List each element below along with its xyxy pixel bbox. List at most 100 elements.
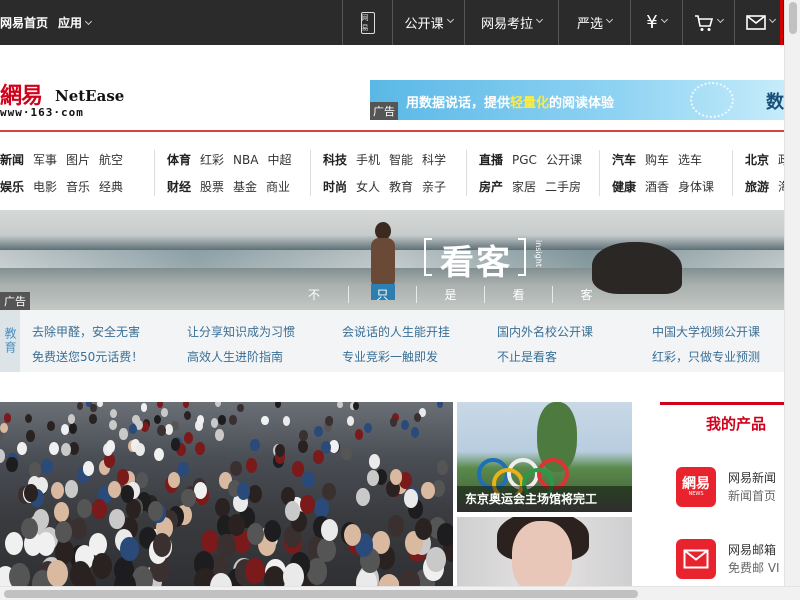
edu-link[interactable]: 去除甲醛，安全无害: [32, 320, 143, 345]
news-photo-olympics[interactable]: 东京奥运会主场馆将完工: [457, 402, 632, 512]
crowd-figure: [436, 460, 449, 476]
horizontal-scrollbar[interactable]: [0, 586, 800, 600]
nav-channel-head[interactable]: 科技: [323, 151, 347, 168]
nav-channel-link[interactable]: 航空: [99, 151, 123, 168]
hero-ad-banner[interactable]: 看客 insight 不 只 是 看 客 广告: [0, 210, 784, 310]
vertical-scrollbar[interactable]: [784, 0, 800, 586]
nav-channel-link[interactable]: 经典: [99, 178, 123, 195]
crowd-figure: [321, 518, 339, 541]
crowd-figure: [352, 402, 359, 410]
edu-link[interactable]: 免费送您50元话费！: [32, 345, 143, 370]
mail-menu[interactable]: [734, 0, 786, 45]
nav-channel-link[interactable]: 家居: [512, 178, 536, 195]
cart-menu[interactable]: [682, 0, 734, 45]
crowd-figure: [25, 430, 35, 442]
nav-channel-head[interactable]: 旅游: [745, 178, 769, 195]
nav-channel-head[interactable]: 新闻: [0, 151, 24, 168]
nav-channel-link[interactable]: 酒香: [645, 178, 669, 195]
nav-separator: [310, 150, 311, 196]
crowd-figure: [229, 414, 237, 425]
crowd-figure: [90, 403, 97, 412]
nav-group: 体育 红彩 NBA 中超财经 股票 基金 商业: [167, 146, 291, 200]
nav-channel-head[interactable]: 汽车: [612, 151, 636, 168]
nav-channel-head[interactable]: 健康: [612, 178, 636, 195]
edu-link[interactable]: 不止是看客: [497, 345, 593, 370]
nav-channel-link[interactable]: 股票: [200, 178, 224, 195]
main-news-photo[interactable]: [0, 402, 453, 586]
nav-channel-head[interactable]: 时尚: [323, 178, 347, 195]
apps-menu[interactable]: 应用: [58, 14, 93, 31]
crowd-figure: [140, 403, 147, 412]
nav-channel-link[interactable]: 教育: [389, 178, 413, 195]
nav-channel-link[interactable]: 公开课: [546, 151, 582, 168]
mobile-app-button[interactable]: 网易: [342, 0, 392, 45]
nav-channel-head[interactable]: 财经: [167, 178, 191, 195]
edu-link[interactable]: 中国大学视频公开课: [652, 320, 760, 345]
edu-link[interactable]: 会说话的人生能开挂: [342, 320, 450, 345]
edu-link[interactable]: 专业竞彩一触即发: [342, 345, 450, 370]
crowd-figure: [346, 416, 355, 427]
phone-icon-text: 网易: [361, 13, 369, 32]
crowd-figure: [24, 483, 38, 502]
news-photo-portrait[interactable]: [457, 517, 632, 586]
crowd-figure: [70, 518, 88, 540]
nav-channel-head[interactable]: 北京: [745, 151, 769, 168]
kaola-menu[interactable]: 网易考拉: [464, 0, 558, 45]
nav-channel-head[interactable]: 体育: [167, 151, 191, 168]
home-link[interactable]: 网易首页: [0, 14, 48, 31]
horizontal-scrollbar-thumb[interactable]: [4, 590, 638, 598]
nav-channel-head[interactable]: 房产: [479, 178, 503, 195]
nav-channel-head[interactable]: 娱乐: [0, 178, 24, 195]
edu-link[interactable]: 高效人生进阶指南: [187, 345, 295, 370]
nav-channel-link[interactable]: 手机: [356, 151, 380, 168]
payment-menu[interactable]: ¥: [630, 0, 682, 45]
crowd-figure: [325, 416, 333, 427]
nav-channel-link[interactable]: 军事: [33, 151, 57, 168]
nav-channel-link[interactable]: 购车: [645, 151, 669, 168]
nav-group: 直播 PGC 公开课房产 家居 二手房: [479, 146, 582, 200]
nav-channel-link[interactable]: 女人: [356, 178, 380, 195]
nav-group: 科技 手机 智能 科学时尚 女人 教育 亲子: [323, 146, 446, 200]
crowd-figure: [105, 440, 116, 453]
nav-channel-link[interactable]: 亲子: [422, 178, 446, 195]
netease-logo[interactable]: 網易 NetEase www·163·com: [0, 78, 125, 122]
ad-banner[interactable]: 用数据说话，提供轻量化的阅读体验 数 广告: [370, 80, 784, 120]
nav-channel-link[interactable]: NBA: [233, 153, 258, 167]
nav-channel-link[interactable]: 智能: [389, 151, 413, 168]
hero-brand-small: insight: [534, 240, 543, 267]
nav-row: 健康 酒香 身体课: [612, 173, 714, 200]
product-netease-mail[interactable]: 网易邮箱 免费邮 VI: [676, 539, 800, 579]
crowd-figure: [437, 402, 444, 408]
edu-link[interactable]: 红彩，只做专业预测: [652, 345, 760, 370]
nav-channel-link[interactable]: 商业: [266, 178, 290, 195]
crowd-figure: [161, 408, 168, 417]
crowd-figure: [91, 499, 107, 519]
nav-channel-link[interactable]: 二手房: [545, 178, 581, 195]
nav-channel-link[interactable]: 电影: [33, 178, 57, 195]
nav-channel-link[interactable]: 基金: [233, 178, 257, 195]
product-netease-news[interactable]: 網易 NEWS 网易新闻 新闻首页: [676, 467, 800, 507]
crowd-figure: [313, 450, 324, 465]
edu-link[interactable]: 让分享知识成为习惯: [187, 320, 295, 345]
nav-channel-link[interactable]: 音乐: [66, 178, 90, 195]
crowd-figure: [5, 531, 24, 556]
open-course-menu[interactable]: 公开课: [392, 0, 464, 45]
nav-channel-link[interactable]: 红彩: [200, 151, 224, 168]
nav-channel-head[interactable]: 直播: [479, 151, 503, 168]
chevron-down-icon: [660, 15, 668, 24]
crowd-figure: [228, 514, 245, 536]
nav-channel-link[interactable]: 图片: [66, 151, 90, 168]
nav-channel-link[interactable]: PGC: [512, 153, 537, 167]
crowd-figure: [274, 444, 285, 458]
nav-channel-link[interactable]: 身体课: [678, 178, 714, 195]
vertical-scrollbar-thumb[interactable]: [789, 2, 797, 34]
nav-channel-link[interactable]: 科学: [422, 151, 446, 168]
edu-link[interactable]: 国内外名校公开课: [497, 320, 593, 345]
nav-channel-link[interactable]: 中超: [267, 151, 291, 168]
yanxuan-menu[interactable]: 严选: [558, 0, 630, 45]
nav-channel-link[interactable]: 选车: [678, 151, 702, 168]
nav-row: 娱乐 电影 音乐 经典: [0, 173, 123, 200]
crowd-figure: [92, 552, 113, 579]
mail-icon: [676, 539, 716, 579]
crowd-figure: [401, 420, 410, 431]
